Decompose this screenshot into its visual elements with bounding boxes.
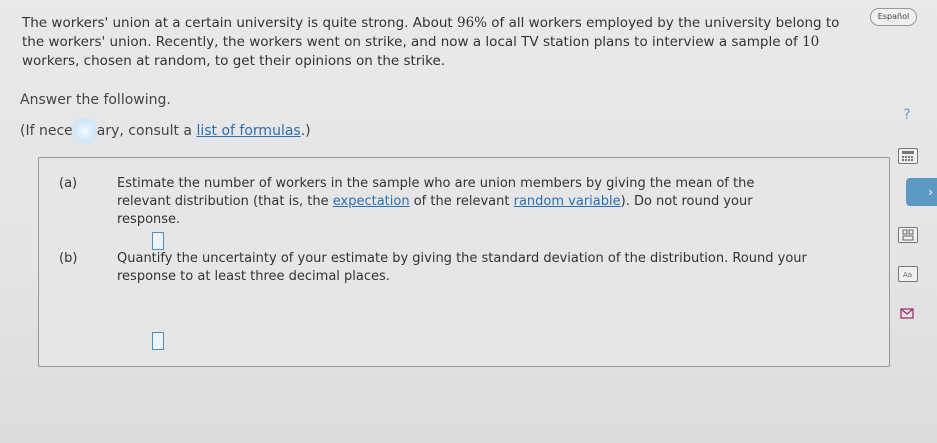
expand-tab-button[interactable]: › [906,178,937,206]
problem-percent: 96% [456,15,487,31]
svg-text:Aa: Aa [903,271,912,279]
part-a-text-2: of the relevant [409,194,514,209]
problem-sample-size: 10 [802,34,820,50]
part-a-text: Estimate the number of workers in the sa… [117,175,789,229]
answer-prompt: Answer the following. [20,92,171,108]
problem-text-3: workers, chosen at random, to get their … [22,53,446,69]
help-icon[interactable]: ? [898,107,916,123]
part-a-label: (a) [59,176,78,191]
formula-note: (If nece ary, consult a list of formulas.… [20,117,311,145]
problem-statement: The workers' union at a certain universi… [22,14,852,71]
formula-list-link[interactable]: list of formulas [196,123,300,139]
part-b-text: Quantify the uncertainty of your estimat… [117,251,807,284]
part-b-label: (b) [59,251,78,266]
expectation-link[interactable]: expectation [333,194,410,209]
part-b: (b) Quantify the uncertainty of your est… [59,250,869,286]
cursor-highlight [70,117,99,145]
formula-note-middle: ary, consult a [96,123,197,139]
espanol-button[interactable]: Español [870,8,917,26]
part-b-answer-input[interactable] [152,332,164,350]
mail-icon[interactable] [898,306,916,320]
calculator-icon[interactable] [898,148,918,164]
part-a: (a) Estimate the number of workers in th… [59,175,789,229]
random-variable-link[interactable]: random variable [514,194,621,209]
periodic-table-icon[interactable] [898,227,918,243]
formula-note-prefix: (If nece [20,123,73,139]
glossary-icon[interactable]: Aa [898,266,918,282]
problem-text-1: The workers' union at a certain universi… [22,15,457,31]
formula-note-suffix: .) [300,123,311,139]
part-a-answer-input[interactable] [152,232,164,250]
question-panel: (a) Estimate the number of workers in th… [38,157,890,367]
